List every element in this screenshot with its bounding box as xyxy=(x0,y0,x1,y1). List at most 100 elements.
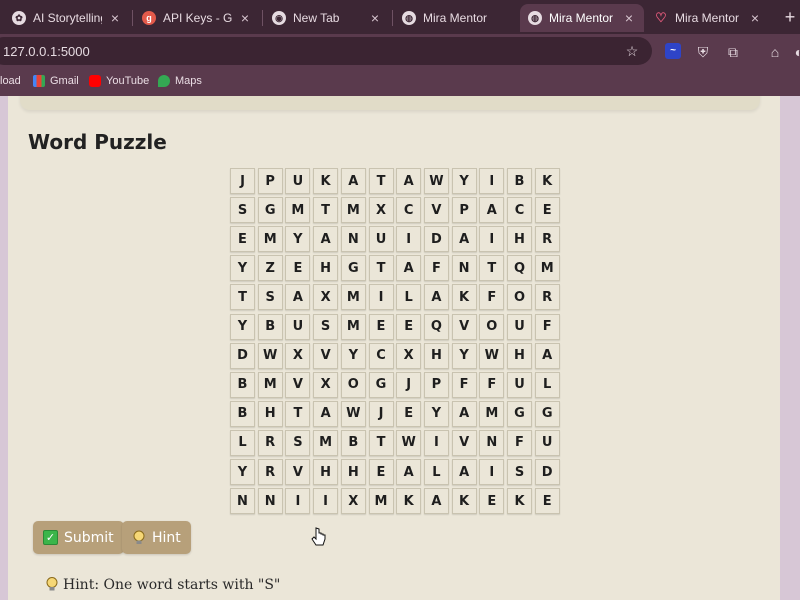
grid-cell[interactable]: B xyxy=(230,371,255,398)
grid-cell[interactable]: J xyxy=(230,168,255,194)
tab-mira-mentor[interactable]: ◍ Mira Mentor xyxy=(394,4,518,32)
grid-cell[interactable]: C xyxy=(368,342,394,369)
grid-cell[interactable]: V xyxy=(285,459,311,485)
grid-cell[interactable]: K xyxy=(507,488,532,515)
grid-cell[interactable]: I xyxy=(479,226,505,253)
grid-cell[interactable]: R xyxy=(257,459,283,485)
grid-cell[interactable]: A xyxy=(313,226,339,253)
grid-cell[interactable]: D xyxy=(230,342,255,369)
grid-cell[interactable]: G xyxy=(534,400,560,427)
tab-mira-mentor-active[interactable]: ◍ Mira Mentor × xyxy=(520,4,644,32)
grid-cell[interactable]: E xyxy=(230,226,255,253)
grid-cell[interactable]: K xyxy=(534,168,560,194)
grid-cell[interactable]: B xyxy=(257,313,283,340)
grid-cell[interactable]: M xyxy=(340,313,366,340)
grid-cell[interactable]: Y xyxy=(451,168,477,194)
grid-cell[interactable]: P xyxy=(451,197,477,224)
grid-cell[interactable]: M xyxy=(285,197,311,224)
grid-cell[interactable]: M xyxy=(257,226,283,253)
grid-cell[interactable]: W xyxy=(423,168,449,194)
grid-cell[interactable]: A xyxy=(423,284,449,311)
grid-cell[interactable]: K xyxy=(451,488,477,515)
extension-icon[interactable]: ~ xyxy=(665,43,681,59)
grid-cell[interactable]: W xyxy=(396,429,422,456)
grid-cell[interactable]: E xyxy=(534,197,560,224)
grid-cell[interactable]: G xyxy=(257,197,283,224)
grid-cell[interactable]: V xyxy=(285,371,311,398)
grid-cell[interactable]: B xyxy=(230,400,255,427)
grid-cell[interactable]: K xyxy=(396,488,422,515)
grid-cell[interactable]: A xyxy=(534,342,560,369)
grid-cell[interactable]: S xyxy=(507,459,532,485)
grid-cell[interactable]: S xyxy=(257,284,283,311)
grid-cell[interactable]: H xyxy=(257,400,283,427)
grid-cell[interactable]: X xyxy=(313,284,339,311)
grid-cell[interactable]: X xyxy=(340,488,366,515)
bookmark-maps[interactable]: Maps xyxy=(158,75,202,87)
grid-cell[interactable]: H xyxy=(507,226,532,253)
grid-cell[interactable]: A xyxy=(396,459,422,485)
grid-cell[interactable]: L xyxy=(423,459,449,485)
new-tab-button[interactable]: + xyxy=(780,8,800,28)
incognito-icon[interactable]: ⌂ xyxy=(766,43,784,61)
shield-icon[interactable]: ⛨ xyxy=(694,43,712,61)
grid-cell[interactable]: Q xyxy=(423,313,449,340)
grid-cell[interactable]: O xyxy=(507,284,532,311)
grid-cell[interactable]: H xyxy=(423,342,449,369)
grid-cell[interactable]: I xyxy=(479,459,505,485)
tab-mira-mentor-c[interactable]: ♡ Mira Mentor ~ C × xyxy=(646,4,770,32)
grid-cell[interactable]: R xyxy=(534,284,560,311)
grid-cell[interactable]: M xyxy=(257,371,283,398)
grid-cell[interactable]: S xyxy=(313,313,339,340)
grid-cell[interactable]: K xyxy=(313,168,339,194)
grid-cell[interactable]: F xyxy=(534,313,560,340)
grid-cell[interactable]: N xyxy=(451,255,477,282)
grid-cell[interactable]: H xyxy=(313,459,339,485)
grid-cell[interactable]: B xyxy=(507,168,532,194)
grid-cell[interactable]: L xyxy=(396,284,422,311)
tab-api-keys[interactable]: g API Keys - Groq × xyxy=(134,4,260,32)
grid-cell[interactable]: I xyxy=(423,429,449,456)
grid-cell[interactable]: U xyxy=(507,313,532,340)
grid-cell[interactable]: I xyxy=(368,284,394,311)
grid-cell[interactable]: A xyxy=(340,168,366,194)
grid-cell[interactable]: A xyxy=(451,226,477,253)
grid-cell[interactable]: H xyxy=(340,459,366,485)
grid-cell[interactable]: T xyxy=(368,255,394,282)
grid-cell[interactable]: N xyxy=(479,429,505,456)
close-icon[interactable]: × xyxy=(748,11,762,25)
grid-cell[interactable]: N xyxy=(257,488,283,515)
grid-cell[interactable]: E xyxy=(396,400,422,427)
grid-cell[interactable]: F xyxy=(451,371,477,398)
tab-new-tab[interactable]: ◉ New Tab × xyxy=(264,4,390,32)
grid-cell[interactable]: D xyxy=(423,226,449,253)
close-icon[interactable]: × xyxy=(368,11,382,25)
grid-cell[interactable]: N xyxy=(340,226,366,253)
grid-cell[interactable]: J xyxy=(396,371,422,398)
grid-cell[interactable]: U xyxy=(507,371,532,398)
star-icon[interactable]: ☆ xyxy=(623,42,641,60)
grid-cell[interactable]: M xyxy=(313,429,339,456)
grid-cell[interactable]: Y xyxy=(230,313,255,340)
grid-cell[interactable]: B xyxy=(340,429,366,456)
grid-cell[interactable]: J xyxy=(368,400,394,427)
grid-cell[interactable]: M xyxy=(479,400,505,427)
grid-cell[interactable]: T xyxy=(368,429,394,456)
bookmark-gmail[interactable]: Gmail xyxy=(33,75,79,87)
grid-cell[interactable]: A xyxy=(313,400,339,427)
grid-cell[interactable]: H xyxy=(507,342,532,369)
grid-cell[interactable]: T xyxy=(230,284,255,311)
grid-cell[interactable]: I xyxy=(396,226,422,253)
grid-cell[interactable]: V xyxy=(313,342,339,369)
grid-cell[interactable]: Y xyxy=(285,226,311,253)
grid-cell[interactable]: M xyxy=(368,488,394,515)
grid-cell[interactable]: F xyxy=(507,429,532,456)
grid-cell[interactable]: X xyxy=(285,342,311,369)
bookmark-download[interactable]: load xyxy=(0,75,21,87)
url-text[interactable]: 127.0.0.1:5000 xyxy=(3,44,90,59)
grid-cell[interactable]: F xyxy=(423,255,449,282)
grid-cell[interactable]: P xyxy=(423,371,449,398)
grid-cell[interactable]: D xyxy=(534,459,560,485)
grid-cell[interactable]: O xyxy=(479,313,505,340)
grid-cell[interactable]: A xyxy=(451,400,477,427)
